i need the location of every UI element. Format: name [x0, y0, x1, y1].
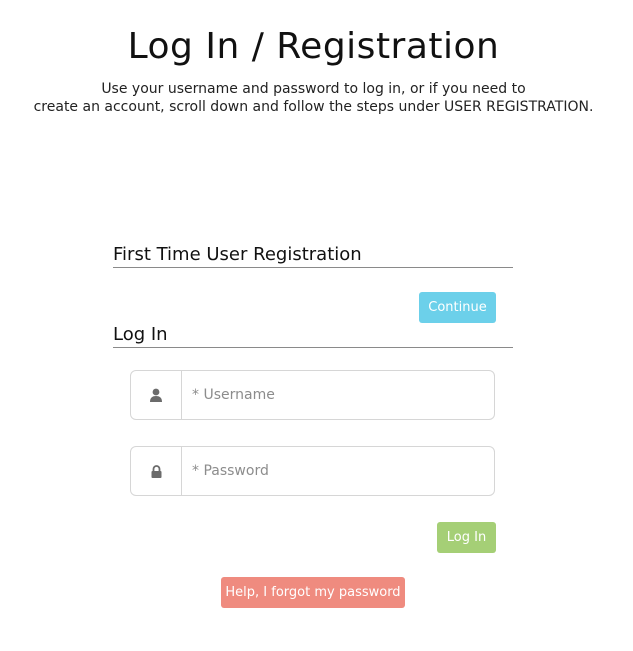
page-title: Log In / Registration [127, 26, 500, 67]
login-button[interactable]: Log In [437, 522, 496, 553]
intro-text: Use your username and password to log in… [0, 80, 627, 116]
forgot-password-button[interactable]: Help, I forgot my password [221, 577, 405, 608]
registration-heading: First Time User Registration [113, 244, 513, 268]
password-field[interactable] [130, 446, 495, 496]
username-input[interactable] [182, 371, 494, 419]
continue-button[interactable]: Continue [419, 292, 496, 323]
intro-line-1: Use your username and password to log in… [101, 81, 526, 97]
intro-line-2: create an account, scroll down and follo… [33, 99, 594, 115]
username-field[interactable] [130, 370, 495, 420]
password-input[interactable] [182, 447, 494, 495]
user-icon [131, 371, 182, 419]
login-heading: Log In [113, 324, 513, 348]
lock-icon [131, 447, 182, 495]
